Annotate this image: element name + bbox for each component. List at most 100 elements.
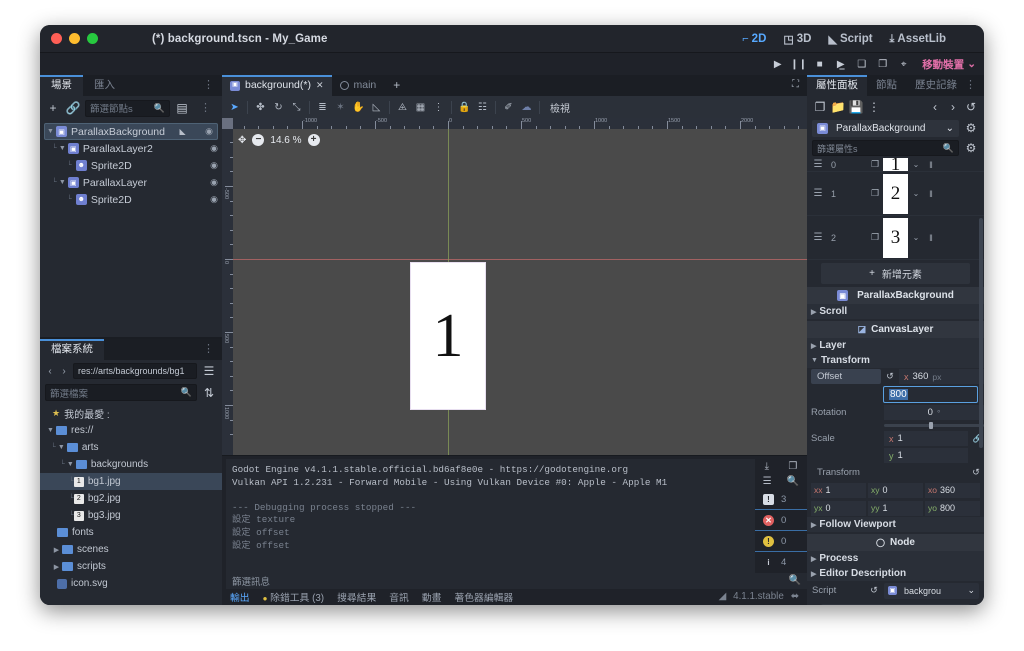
info-counter[interactable]: i 4 [755,552,807,573]
file-item-icon-svg[interactable]: icon.svg [40,575,222,592]
group-follow-viewport[interactable]: ▶ Follow Viewport [807,517,984,532]
matrix-yy[interactable]: yy 1 [868,500,923,516]
inspector-tabs[interactable]: 屬性面板 節點 歷史記錄 ⋮ [807,75,984,96]
zoom-level-label[interactable]: 14.6 % [270,135,301,146]
main-mode-script[interactable]: ◣ Script [828,33,872,46]
matrix-xx[interactable]: xx 1 [811,482,866,498]
pan-tool[interactable]: ✋ [350,98,367,116]
delete-element-icon[interactable]: ‖ [924,189,938,199]
bottom-tab-output[interactable]: 輸出 [230,590,250,604]
ruler-corner[interactable] [222,118,233,129]
rotation-slider-row[interactable] [807,421,984,430]
matrix-xy[interactable]: xy 0 [868,482,923,498]
inspector-properties[interactable]: ☰ 0 ❐ 1 ⌄ ‖ ☰ 1 ❐ 2 ⌄ ‖ ☰ 2 ❐ 3 ⌄ ‖ + 新增… [807,158,984,605]
matrix-xo[interactable]: xo 360 [925,482,980,498]
add-metadata-button[interactable]: + 新增Metadata [821,604,970,605]
expand-arrow-icon[interactable]: ▼ [65,461,76,468]
visibility-toggle-icon[interactable]: ◉ [210,194,218,205]
copy-output-icon[interactable]: ❐ [788,461,797,472]
node-filter-input[interactable]: 篩選節點s 🔍 [85,99,170,117]
sprite-preview[interactable]: 1 [410,262,486,410]
inspector-scrollbar[interactable] [979,218,983,448]
drag-handle-icon[interactable]: ☰ [811,232,825,243]
search-output-icon[interactable]: 🔍 [787,476,799,487]
list-select-tool[interactable]: ≣ [314,98,331,116]
collapse-arrow-icon[interactable]: ▶ [51,563,62,571]
scale-tool[interactable]: ⤡ [288,98,305,116]
save-resource-icon[interactable]: 💾 [848,100,864,114]
play-controls[interactable]: ▶ ❙❙ ■ ▶̲ ❑ ❐ ⌖ 移動裝置 ⌄ [767,54,978,74]
matrix-row-x[interactable]: xx 1 xy 0 xo 360 [807,481,984,499]
file-item-bg1[interactable]: └ 1 bg1.jpg [40,473,222,490]
inspector-toolbar[interactable]: ❐ 📁 💾 ⋮ ‹ › ↺ [807,96,984,118]
property-scale-x[interactable]: Scale x 1 🔗 [807,430,984,447]
file-item-bg2[interactable]: └ 2 bg2.jpg [40,490,222,507]
main-mode-switcher[interactable]: ⌐ 2D ◳ 3D ◣ Script ⤓ AssetLib [742,25,946,53]
open-docs-icon[interactable]: ⚙ [963,121,979,135]
history-forward-icon[interactable]: › [945,100,961,114]
message-filter-row[interactable]: 篩選訊息 🔍 [226,573,807,589]
array-row-0[interactable]: ☰ 0 ❐ 1 ⌄ ‖ [807,158,984,172]
resource-kebab-icon[interactable]: ⋮ [866,100,882,114]
sort-files-icon[interactable]: ⇅ [201,386,217,400]
add-node-button[interactable]: + [45,101,61,115]
collapse-arrow-icon[interactable]: ▶ [51,546,62,554]
window-controls[interactable] [40,33,98,44]
history-menu-icon[interactable]: ↺ [963,100,979,114]
tab-inspector[interactable]: 屬性面板 [807,75,867,96]
array-thumbnail[interactable]: 2 [883,173,908,214]
slider-knob[interactable] [929,422,933,429]
center-view-icon[interactable]: ✥ [238,135,246,146]
property-filter-input[interactable]: 篩選屬性s 🔍 [812,140,959,156]
file-tree[interactable]: ★ 我的最愛 : ▼ res:// └ ▼ arts └ ▼ backgroun… [40,403,222,605]
zoom-controls[interactable]: ✥ − 14.6 % + [238,134,320,146]
clear-output-icon[interactable]: ⤓ [765,461,769,472]
rotation-field[interactable]: 0 ° [884,405,984,420]
tab-node[interactable]: 節點 [867,75,906,96]
file-item-backgrounds[interactable]: └ ▼ backgrounds [40,456,222,473]
array-row-2[interactable]: ☰ 2 ❐ 3 ⌄ ‖ [807,216,984,260]
collapse-output-icon[interactable]: ☰ [763,476,772,487]
property-filter-row[interactable]: 篩選屬性s 🔍 ⚙ [807,138,984,158]
bottom-tab-shader-editor[interactable]: 著色器編輯器 [454,590,513,604]
snap-options-kebab[interactable]: ⋮ [430,98,447,116]
console-output[interactable]: Godot Engine v4.1.1.stable.official.bd6a… [226,459,755,573]
file-filter-input[interactable]: 篩選檔案 🔍 [45,384,197,401]
visibility-toggle-icon[interactable]: ◉ [210,177,218,188]
delete-element-icon[interactable]: ‖ [924,233,938,243]
tab-scene[interactable]: 場景 [40,75,83,96]
bottom-tab-debugger[interactable]: ● 除錯工具 (3) [263,590,324,604]
open-resource-icon[interactable]: 📁 [830,100,846,114]
offset-y-edit-input[interactable]: 800 [883,386,978,403]
nav-back-icon[interactable]: ‹ [45,366,55,377]
resource-icon[interactable]: ❐ [867,188,883,199]
scene-tab-main[interactable]: main [332,75,385,96]
maximize-window-button[interactable] [87,33,98,44]
array-thumbnail[interactable]: 1 [883,158,908,171]
property-scale-y[interactable]: y 1 [807,447,984,464]
bottom-tab-audio[interactable]: 音訊 [389,590,409,604]
revert-transform-icon[interactable]: ↺ [968,467,984,478]
minimize-window-button[interactable] [69,33,80,44]
current-path-label[interactable]: res://arts/backgrounds/bg1 [73,363,197,379]
warning-counter[interactable]: ! 3 [755,489,807,510]
view-menu-button[interactable]: 檢視 [544,100,576,115]
tab-filesystem[interactable]: 檔案系統 [40,339,104,360]
visibility-toggle-icon[interactable]: ◉ [210,143,218,154]
inspector-kebab-icon[interactable]: ⋮ [959,75,982,96]
group-layer[interactable]: ▶ Layer [807,338,984,353]
expand-arrow-icon[interactable]: ▼ [45,427,56,434]
drag-handle-icon[interactable]: ☰ [811,188,825,199]
add-element-button[interactable]: + 新增元素 [821,263,970,284]
close-icon[interactable]: ✕ [316,75,324,96]
history-back-icon[interactable]: ‹ [927,100,943,114]
error-counter[interactable]: ✕ 0 [755,510,807,531]
scene-node-parallaxlayer2[interactable]: └ ▼ ▣ ParallaxLayer2 ◉ [40,140,222,157]
rotation-slider[interactable] [884,422,984,429]
expand-arrow-icon[interactable]: ▼ [57,145,68,152]
new-resource-icon[interactable]: ❐ [812,100,828,114]
canvas-toolbar[interactable]: ➤ ✤ ↻ ⤡ ≣ ✶ ✋ ◺ ⨹ ▦ ⋮ 🔒 ☷ ✐ ☁ 檢視 [222,96,807,118]
chevron-down-icon[interactable]: ⌄ [908,233,924,242]
script-badge-icon[interactable]: ◣ [179,127,185,136]
chevron-down-icon[interactable]: ⌄ [967,585,975,596]
